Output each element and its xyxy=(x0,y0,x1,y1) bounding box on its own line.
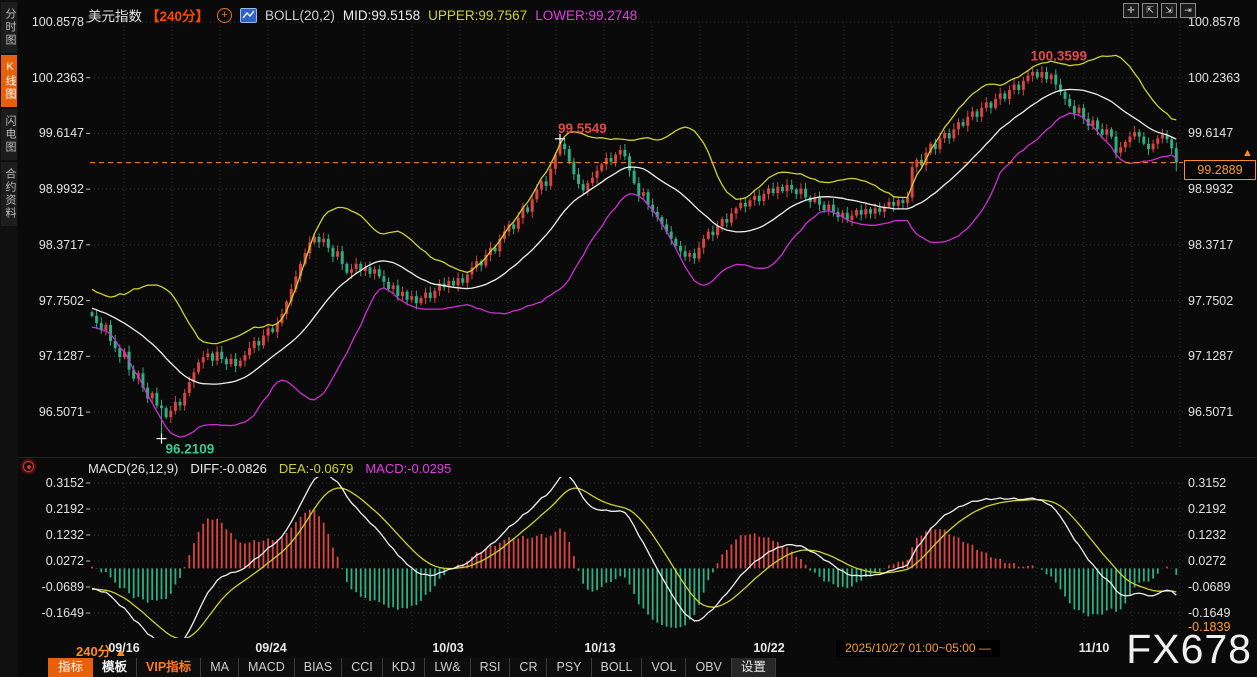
toolbar-settings[interactable]: 设置 xyxy=(731,658,776,677)
sidebar-tab-lightning-chart[interactable]: 闪电图 xyxy=(1,109,17,160)
macd-indicator-label: MACD(26,12,9) xyxy=(88,461,179,476)
toolbar-cci[interactable]: CCI xyxy=(342,658,383,677)
toolbar-psy[interactable]: PSY xyxy=(547,658,592,677)
macd-diff-value: DIFF:-0.0826 xyxy=(190,461,267,476)
candle-time-tooltip: 2025/10/27 01:00~05:00 — xyxy=(836,640,1000,657)
price-up-arrow-icon: ▲ xyxy=(1242,147,1253,159)
sidebar-tab-kline-chart[interactable]: K线图 xyxy=(1,55,17,107)
chart-type-icon[interactable] xyxy=(240,7,258,23)
indicator-toolbar: 指标 模板 VIP指标 MA MACD BIAS CCI KDJ LW& RSI CR PSY BOLL… xyxy=(48,658,776,677)
toolbar-bias[interactable]: BIAS xyxy=(295,658,343,677)
svg-text:99.5549: 99.5549 xyxy=(558,121,607,136)
boll-mid-value: MID:99.5158 xyxy=(342,7,421,23)
boll-upper-value: UPPER:99.7567 xyxy=(428,7,528,23)
toolbar-obv[interactable]: OBV xyxy=(686,658,732,677)
fx678-watermark: FX678 xyxy=(1126,626,1252,672)
toolbar-ma[interactable]: MA xyxy=(201,658,239,677)
svg-text:100.3599: 100.3599 xyxy=(1031,49,1087,64)
chart-window-buttons: ✛ ⇱ ⇲ ⇥ xyxy=(1123,3,1196,18)
toolbar-cr[interactable]: CR xyxy=(510,658,548,677)
crosshair-tool-icon[interactable]: ✛ xyxy=(1123,3,1139,18)
macd-header: MACD(26,12,9) DIFF:-0.0826 DEA:-0.0679 M… xyxy=(88,461,451,476)
symbol-title: 美元指数 xyxy=(88,9,142,24)
macd-hist-value: MACD:-0.0295 xyxy=(365,461,452,476)
boll-lower-value: LOWER:99.2748 xyxy=(535,7,638,23)
toolbar-rsi[interactable]: RSI xyxy=(471,658,511,677)
macd-dea-value: DEA:-0.0679 xyxy=(278,461,354,476)
toolbar-macd[interactable]: MACD xyxy=(239,658,295,677)
left-sidebar: 分时图 K线图闪电图合约资料 xyxy=(0,0,18,677)
x-axis-date-10-22: 10/22 xyxy=(753,641,785,655)
x-axis-date-11-10: 11/10 xyxy=(1078,641,1110,655)
toolbar-vol[interactable]: VOL xyxy=(642,658,687,677)
toolbar-vip-indicator[interactable]: VIP指标 xyxy=(137,658,202,677)
sidebar-tab-time-chart[interactable]: 分时图 xyxy=(1,2,17,53)
sidebar-tab-contract-info[interactable]: 合约资料 xyxy=(1,162,17,226)
svg-text:96.2109: 96.2109 xyxy=(166,442,215,457)
kline-chart-canvas[interactable]: 96.2109 99.5549 100.3599 xyxy=(0,0,1257,677)
scale-left-icon[interactable]: ⇱ xyxy=(1142,3,1158,18)
last-price-tag: 99.2889 xyxy=(1184,160,1256,180)
scale-right-icon[interactable]: ⇲ xyxy=(1161,3,1177,18)
add-indicator-icon[interactable]: + xyxy=(217,7,233,23)
collapse-panel-icon[interactable]: ⇥ xyxy=(1180,3,1196,18)
macd-alert-icon xyxy=(23,461,34,472)
toolbar-indicator[interactable]: 指标 xyxy=(48,658,94,677)
toolbar-boll[interactable]: BOLL xyxy=(592,658,643,677)
toolbar-kdj[interactable]: KDJ xyxy=(383,658,426,677)
boll-indicator-label: BOLL(20,2) xyxy=(265,7,335,23)
period-label: 【240分】 xyxy=(146,9,210,24)
x-axis-date-09-16: 09/16 xyxy=(108,641,140,655)
toolbar-template[interactable]: 模板 xyxy=(93,658,138,677)
x-axis-date-10-03: 10/03 xyxy=(432,641,464,655)
toolbar-lw[interactable]: LW& xyxy=(425,658,471,677)
x-axis-date-09-24: 09/24 xyxy=(255,641,287,655)
chart-header: 美元指数 【240分】 + BOLL(20,2) MID:99.5158 UPP… xyxy=(88,6,637,24)
x-axis-date-10-13: 10/13 xyxy=(584,641,616,655)
